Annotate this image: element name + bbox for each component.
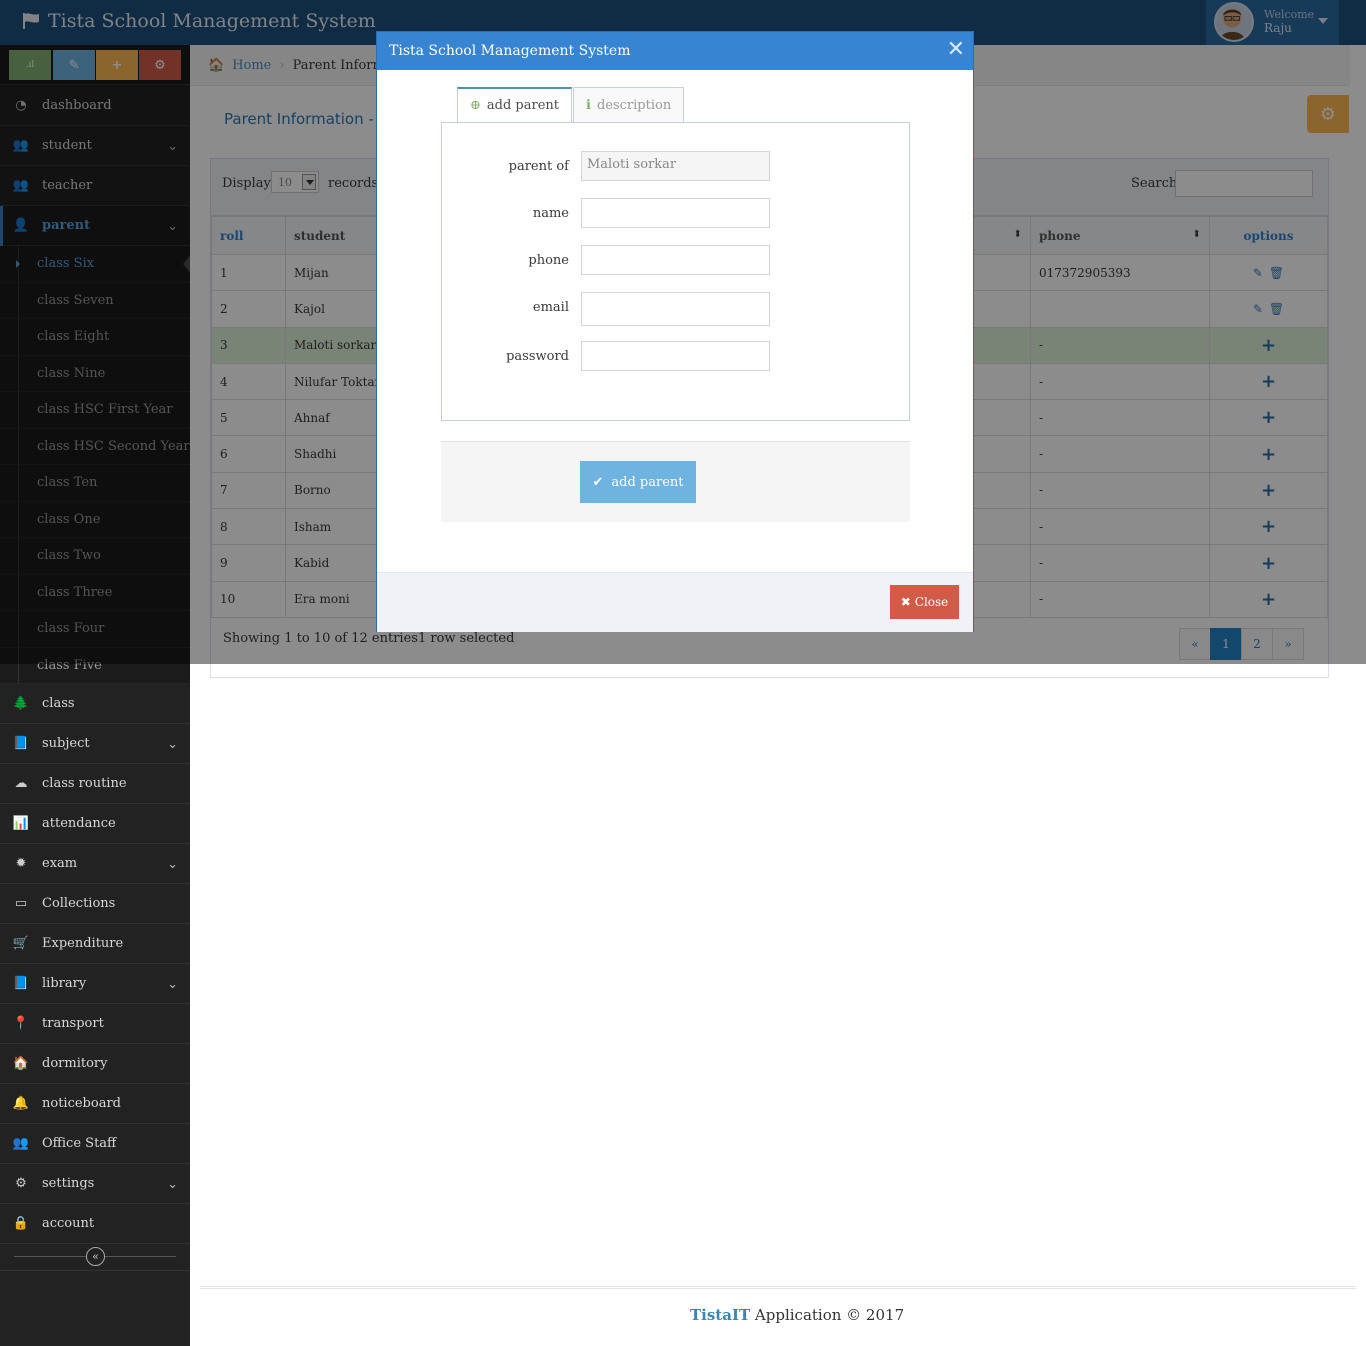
sidebar-item-expenditure[interactable]: 🛒 Expenditure xyxy=(0,924,190,964)
chevron-down-icon: ⌄ xyxy=(167,1177,178,1192)
map-marker-icon: 📍 xyxy=(12,1016,30,1031)
modal-title: Tista School Management System xyxy=(389,43,631,59)
sidebar-item-label: exam xyxy=(42,856,78,871)
sidebar-item-label: class routine xyxy=(42,776,127,791)
close-icon: ✖ xyxy=(900,595,911,609)
field-label: email xyxy=(532,300,569,315)
sidebar-item-label: attendance xyxy=(42,816,116,831)
gear-icon: ⚙ xyxy=(15,1176,27,1191)
check-icon: ✔ xyxy=(592,474,604,490)
bell-icon: 🔔 xyxy=(12,1096,30,1111)
double-angle-left-icon[interactable]: « xyxy=(86,1247,105,1266)
sidebar-item-transport[interactable]: 📍 transport xyxy=(0,1004,190,1044)
cloud-icon: ☁ xyxy=(14,776,28,791)
modal-footer: ✖ Close xyxy=(377,572,973,632)
modal-header: Tista School Management System ✕ xyxy=(377,32,973,70)
sidebar-collapse: « xyxy=(0,1244,190,1271)
form-actions: ✔ add parent xyxy=(441,441,910,522)
email-input[interactable] xyxy=(581,292,770,326)
name-input[interactable] xyxy=(581,198,770,228)
footer: TistaIT Application © 2017 xyxy=(690,1306,904,1324)
lock-icon: 🔒 xyxy=(12,1216,30,1231)
field-label: name xyxy=(532,206,569,221)
bar-chart-icon: 📊 xyxy=(12,816,30,831)
parent-of-input[interactable]: Maloti sorkar xyxy=(581,151,770,181)
field-label: password xyxy=(506,349,569,364)
phone-input[interactable] xyxy=(581,245,770,275)
sidebar-item-label: library xyxy=(42,976,87,991)
tab-label: add parent xyxy=(486,98,560,113)
sidebar-item-label: settings xyxy=(42,1176,95,1191)
close-icon[interactable]: ✕ xyxy=(947,37,965,62)
plus-circle-icon: ⊕ xyxy=(470,98,481,113)
sidebar-item-label: subject xyxy=(42,736,90,751)
sidebar-item-exam[interactable]: ✹ exam ⌄ xyxy=(0,844,190,884)
sidebar-item-label: noticeboard xyxy=(42,1096,121,1111)
footer-brand: TistaIT xyxy=(690,1306,751,1324)
sidebar-item-subject[interactable]: 📘 subject ⌄ xyxy=(0,724,190,764)
footer-text: Application © 2017 xyxy=(750,1306,905,1324)
sidebar-item-library[interactable]: 📘 library ⌄ xyxy=(0,964,190,1004)
users-icon: 👥 xyxy=(12,1136,30,1151)
field-label: parent of xyxy=(508,159,569,174)
close-button[interactable]: ✖ Close xyxy=(890,585,959,619)
book-icon: 📘 xyxy=(12,976,30,991)
gear-burst-icon: ✹ xyxy=(15,856,27,871)
sidebar-item-label: Collections xyxy=(42,896,116,911)
sidebar-item-attendance[interactable]: 📊 attendance xyxy=(0,804,190,844)
field-label: phone xyxy=(528,253,569,268)
footer-divider xyxy=(200,1286,1356,1289)
sidebar-item-label: class xyxy=(42,696,75,711)
info-icon: ℹ xyxy=(586,97,591,113)
add-parent-form: parent of Maloti sorkar name phone email pass… xyxy=(441,122,910,421)
sidebar-item-collections[interactable]: ▭ Collections xyxy=(0,884,190,924)
password-input[interactable] xyxy=(581,341,770,371)
sidebar-item-label: Expenditure xyxy=(42,936,124,951)
button-label: add parent xyxy=(611,474,684,490)
chevron-down-icon: ⌄ xyxy=(167,977,178,992)
credit-card-icon: ▭ xyxy=(14,896,28,911)
sidebar-item-dormitory[interactable]: 🏠 dormitory xyxy=(0,1044,190,1084)
tab-description[interactable]: ℹ description xyxy=(573,87,685,123)
sidebar-item-label: Office Staff xyxy=(42,1136,117,1151)
chevron-down-icon: ⌄ xyxy=(167,737,178,752)
chevron-down-icon: ⌄ xyxy=(167,857,178,872)
sidebar-item-office-staff[interactable]: 👥 Office Staff xyxy=(0,1124,190,1164)
book-icon: 📘 xyxy=(12,736,30,751)
add-parent-modal: Tista School Management System ✕ ⊕ add p… xyxy=(376,31,974,632)
sidebar-item-settings[interactable]: ⚙ settings ⌄ xyxy=(0,1164,190,1204)
tab-add-parent[interactable]: ⊕ add parent xyxy=(457,87,573,123)
sidebar-item-account[interactable]: 🔒 account xyxy=(0,1204,190,1244)
sidebar-item-class-routine[interactable]: ☁ class routine xyxy=(0,764,190,804)
sidebar-item-noticeboard[interactable]: 🔔 noticeboard xyxy=(0,1084,190,1124)
tree-icon: 🌲 xyxy=(12,696,30,711)
sidebar-item-label: account xyxy=(42,1216,95,1231)
cart-icon: 🛒 xyxy=(12,936,30,951)
sidebar-item-class[interactable]: 🌲 class xyxy=(0,684,190,724)
sidebar-item-label: transport xyxy=(42,1016,104,1031)
modal-tabs: ⊕ add parent ℹ description xyxy=(457,87,685,123)
sidebar-item-label: dormitory xyxy=(42,1056,108,1071)
add-parent-button[interactable]: ✔ add parent xyxy=(580,461,696,503)
tab-label: description xyxy=(596,97,672,113)
button-label: Close xyxy=(914,595,949,609)
home-icon: 🏠 xyxy=(12,1056,30,1071)
